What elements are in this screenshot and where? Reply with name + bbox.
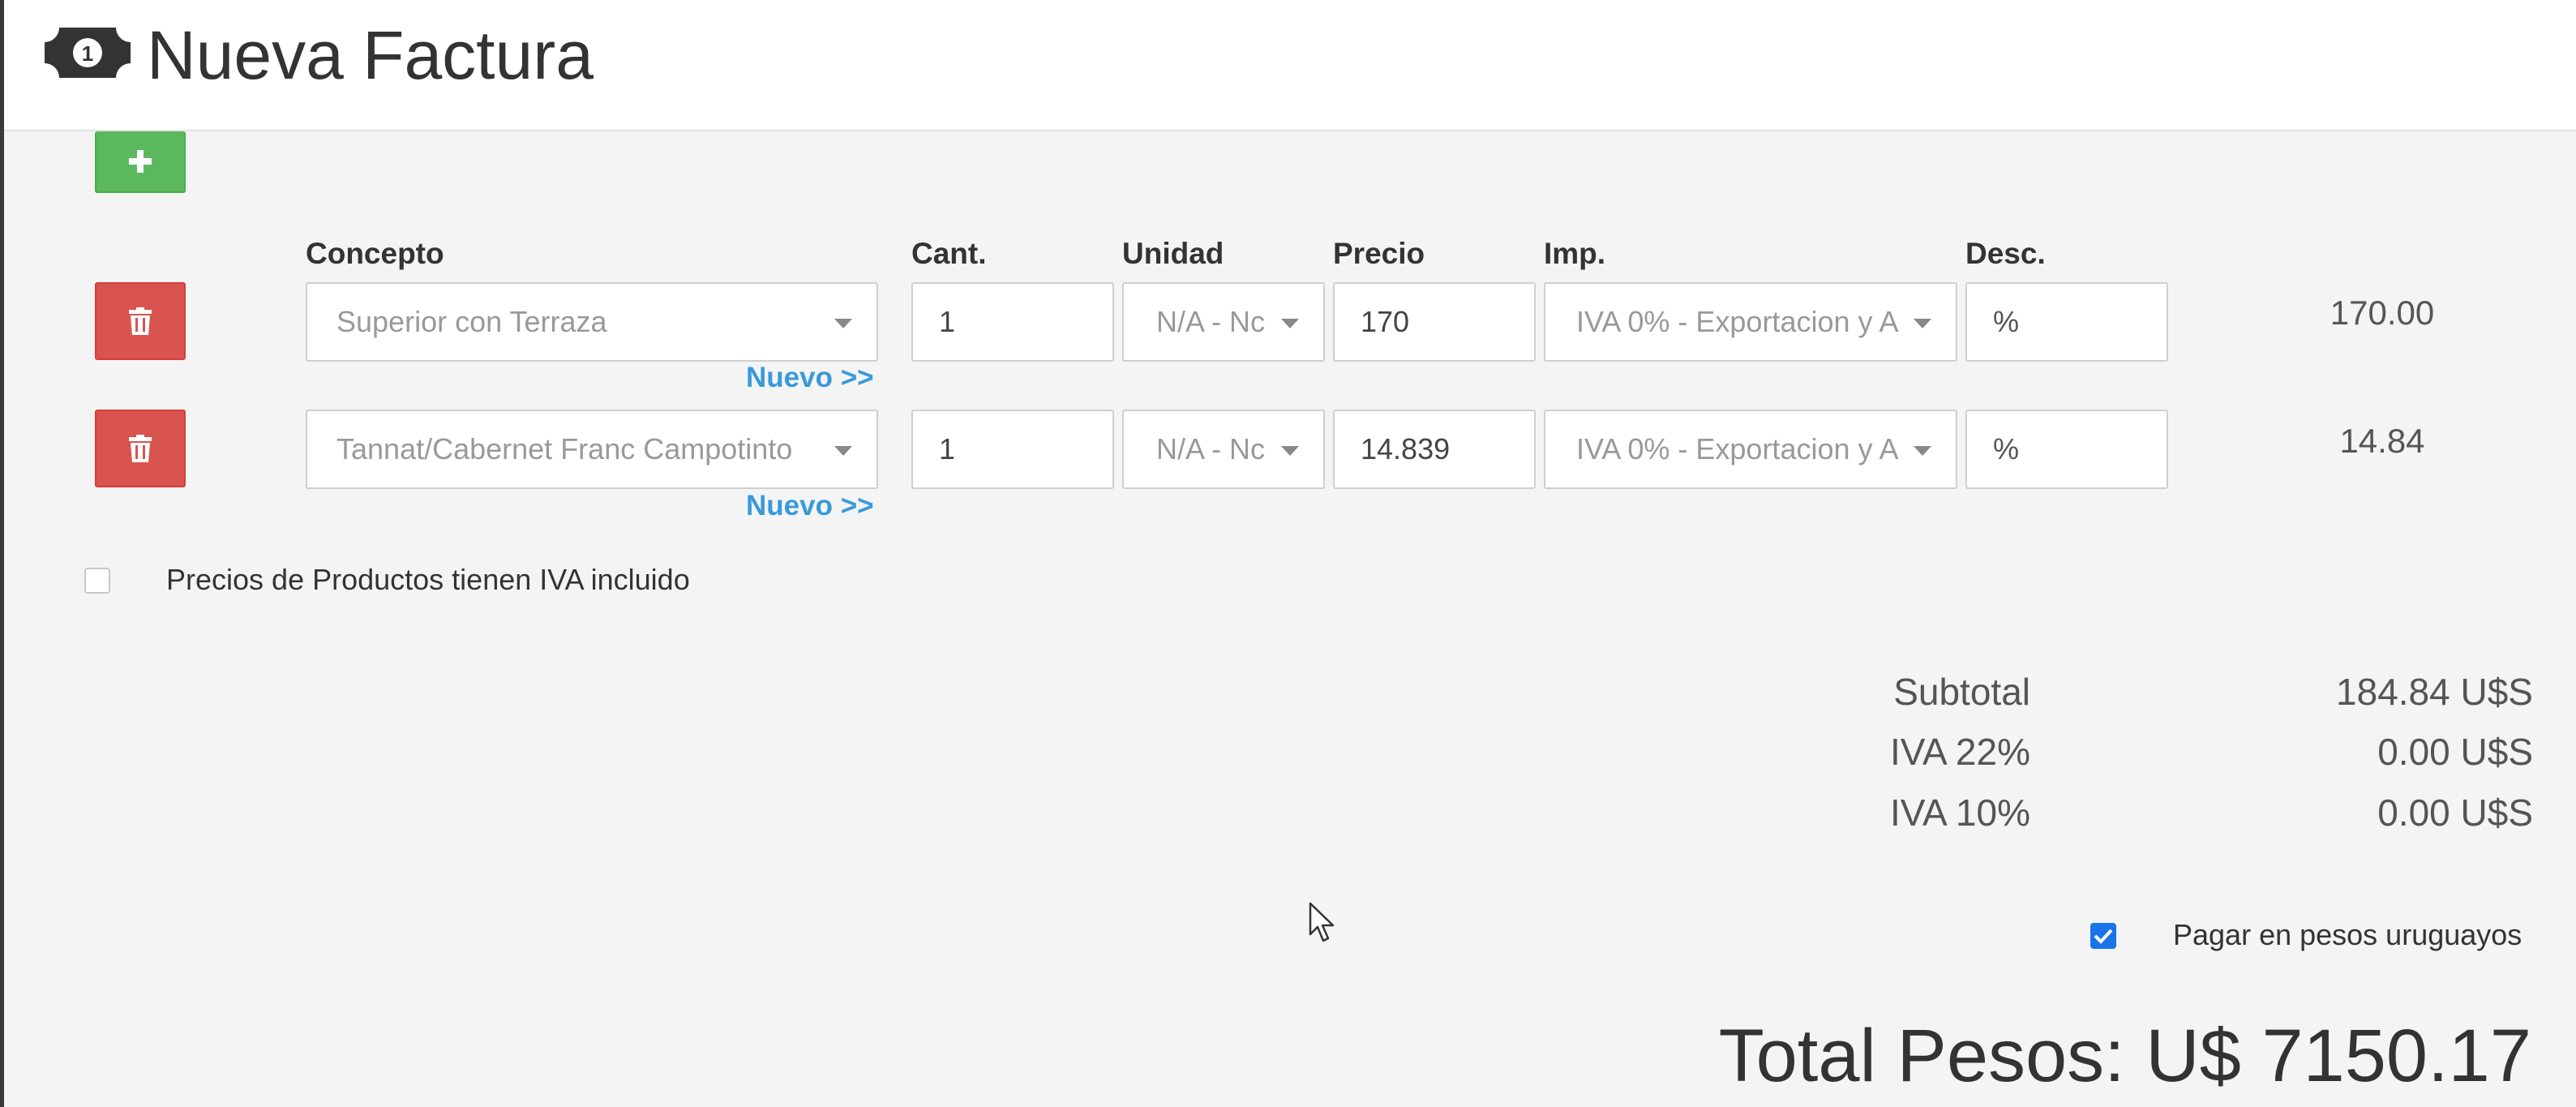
iva22-label: IVA 22%	[1889, 731, 2030, 773]
concepto-select[interactable]: Tannat/Cabernet Franc Campotinto	[306, 410, 878, 489]
concepto-value: Superior con Terraza	[336, 305, 607, 338]
impuesto-select[interactable]: IVA 0% - Exportacion y A	[1544, 282, 1957, 362]
chevron-down-icon	[1281, 319, 1299, 328]
unidad-select[interactable]: N/A - Nc	[1122, 410, 1325, 489]
iva10-label: IVA 10%	[1889, 792, 2030, 834]
trash-icon	[129, 307, 152, 335]
page-header: 1 Nueva Factura	[4, 0, 2576, 131]
svg-text:1: 1	[82, 41, 93, 66]
nuevo-concepto-link[interactable]: Nuevo >>	[746, 362, 874, 394]
column-header-descuento: Desc.	[1965, 237, 2046, 270]
line-total: 14.84	[2339, 422, 2425, 460]
column-header-precio: Precio	[1333, 237, 1425, 270]
descuento-input[interactable]: %	[1965, 410, 2168, 489]
chevron-down-icon	[1914, 319, 1931, 328]
pagar-pesos-label: Pagar en pesos uruguayos	[2173, 918, 2522, 951]
cantidad-input[interactable]: 1	[911, 410, 1114, 489]
iva22-value: 0.00 U$S	[2377, 731, 2533, 773]
nuevo-concepto-link[interactable]: Nuevo >>	[746, 490, 874, 522]
chevron-down-icon	[834, 446, 852, 456]
column-header-impuesto: Imp.	[1544, 237, 1606, 270]
column-header-cantidad: Cant.	[911, 237, 987, 270]
precio-input[interactable]: 170	[1333, 282, 1536, 362]
iva-incluido-label: Precios de Productos tienen IVA incluido	[166, 563, 690, 596]
window-left-border	[0, 0, 4, 1107]
total-pesos: Total Pesos: U$ 7150.17	[1718, 1015, 2531, 1097]
chevron-down-icon	[1914, 446, 1931, 456]
unidad-select[interactable]: N/A - Nc	[1122, 282, 1325, 362]
cantidad-input[interactable]: 1	[911, 282, 1114, 362]
money-bill-icon: 1	[45, 28, 131, 78]
check-icon	[2094, 929, 2113, 944]
line-total: 170.00	[2330, 294, 2435, 332]
impuesto-value: IVA 0% - Exportacion y A	[1576, 432, 1899, 466]
page-title: Nueva Factura	[147, 17, 594, 93]
column-header-concepto: Concepto	[306, 237, 444, 270]
delete-line-button[interactable]	[95, 410, 186, 487]
mouse-cursor-icon	[1309, 902, 1335, 942]
column-header-unidad: Unidad	[1122, 237, 1224, 270]
unidad-value: N/A - Nc	[1156, 432, 1266, 466]
iva-incluido-checkbox[interactable]	[84, 568, 110, 594]
unidad-value: N/A - Nc	[1156, 305, 1266, 338]
impuesto-value: IVA 0% - Exportacion y A	[1576, 305, 1899, 338]
iva10-value: 0.00 U$S	[2377, 792, 2533, 834]
subtotal-label: Subtotal	[1893, 671, 2030, 713]
subtotal-value: 184.84 U$S	[2336, 671, 2533, 713]
add-line-button[interactable]	[95, 131, 186, 193]
chevron-down-icon	[834, 319, 852, 328]
concepto-select[interactable]: Superior con Terraza	[306, 282, 878, 362]
delete-line-button[interactable]	[95, 282, 186, 360]
trash-icon	[129, 435, 152, 462]
plus-icon	[129, 150, 152, 173]
chevron-down-icon	[1281, 446, 1299, 456]
descuento-input[interactable]: %	[1965, 282, 2168, 362]
pagar-pesos-checkbox[interactable]	[2090, 923, 2116, 949]
concepto-value: Tannat/Cabernet Franc Campotinto	[336, 432, 793, 466]
precio-input[interactable]: 14.839	[1333, 410, 1536, 489]
impuesto-select[interactable]: IVA 0% - Exportacion y A	[1544, 410, 1957, 489]
